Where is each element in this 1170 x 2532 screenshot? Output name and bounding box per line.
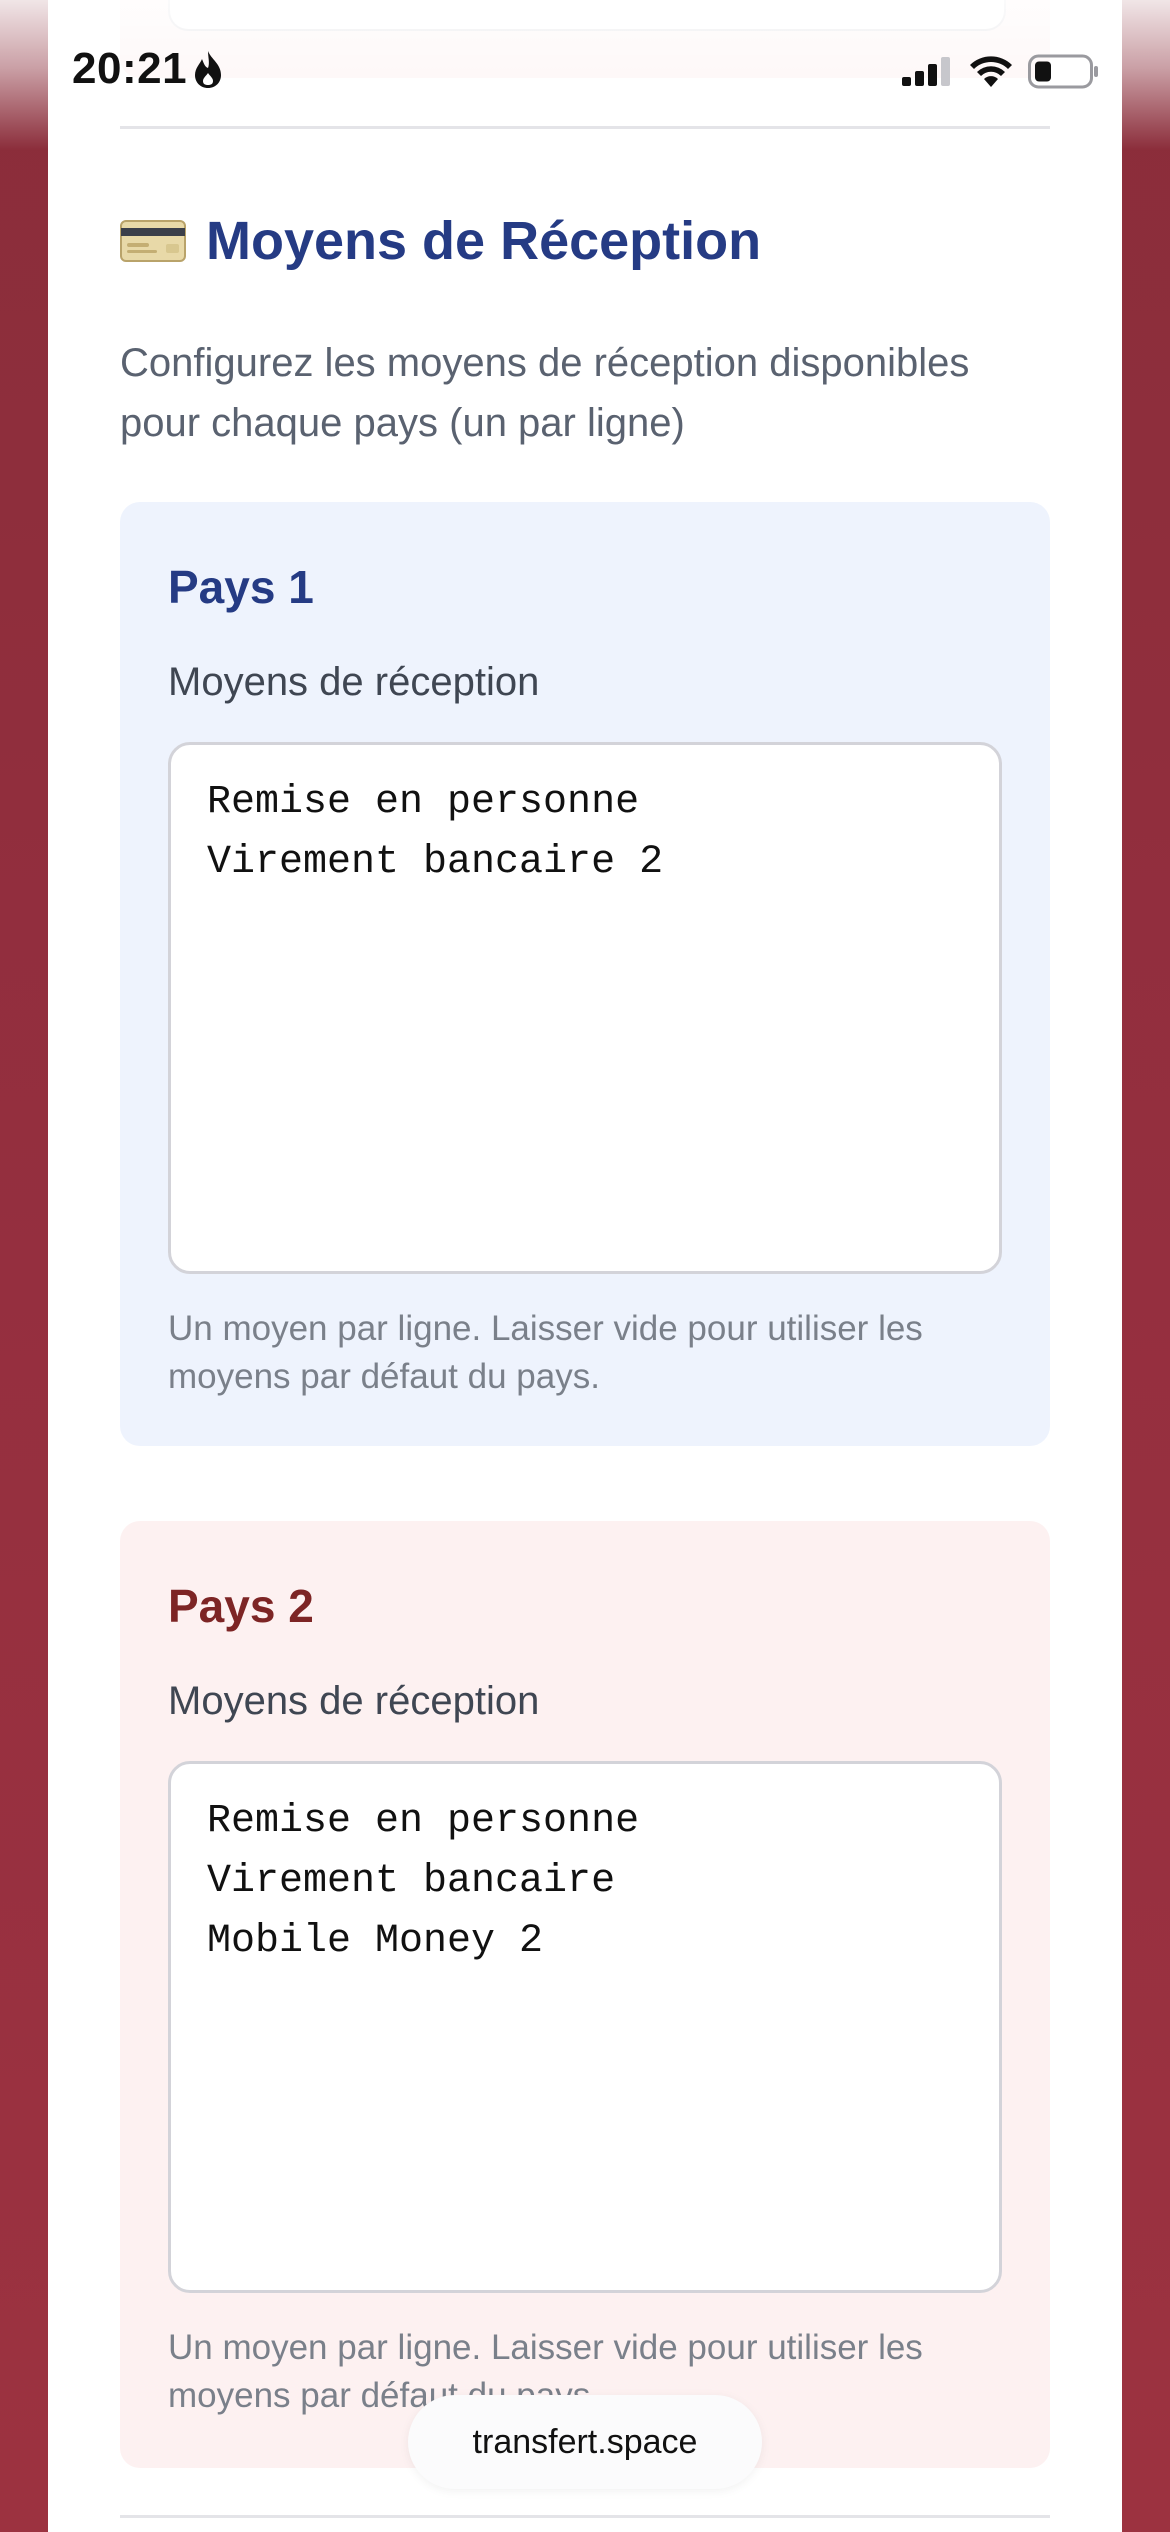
reception-methods-textarea[interactable]: Remise en personne Virement bancaire Mob…	[168, 1761, 1002, 2293]
field-label: Moyens de réception	[168, 660, 540, 704]
flame-icon	[191, 49, 225, 89]
address-bar-url: transfert.space	[472, 2422, 698, 2461]
country-title: Pays 2	[168, 1580, 314, 1632]
field-label: Moyens de réception	[168, 1679, 540, 1723]
field-hint: Un moyen par ligne. Laisser vide pour ut…	[168, 1309, 923, 1396]
country-card-2: Pays 2 Moyens de réception Remise en per…	[120, 1521, 1050, 2468]
battery-icon	[1028, 54, 1100, 90]
previous-field[interactable]	[168, 0, 1006, 31]
section-title-text: Moyens de Réception	[206, 211, 762, 271]
section-divider	[120, 126, 1050, 129]
section-divider	[120, 2515, 1050, 2518]
status-bar-time: 20:21	[72, 44, 225, 94]
credit-card-icon	[120, 218, 186, 264]
section-title: Moyens de Réception	[120, 210, 761, 272]
country-title: Pays 1	[168, 561, 314, 613]
status-bar-icons	[902, 54, 1100, 90]
reception-methods-textarea[interactable]: Remise en personne Virement bancaire 2	[168, 742, 1002, 1274]
address-bar[interactable]: transfert.space	[408, 2395, 762, 2489]
section-description: Configurez les moyens de réception dispo…	[120, 341, 970, 445]
country-card-1: Pays 1 Moyens de réception Remise en per…	[120, 502, 1050, 1446]
signal-icon	[902, 56, 956, 88]
wifi-icon	[968, 55, 1014, 89]
